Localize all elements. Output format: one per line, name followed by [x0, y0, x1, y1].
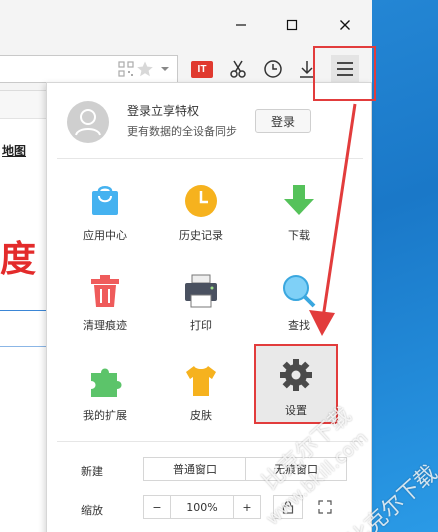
- magnifier-icon: [283, 275, 316, 308]
- avatar[interactable]: [67, 101, 109, 143]
- minimize-icon: [236, 24, 246, 26]
- printer-icon: [185, 274, 217, 308]
- menu-item-label: 打印: [190, 319, 212, 332]
- zoom-label: 缩放: [81, 504, 103, 517]
- menu-item-label: 历史记录: [179, 229, 223, 242]
- chevron-down-icon[interactable]: [152, 56, 178, 82]
- maximize-button[interactable]: [279, 12, 305, 38]
- zoom-level-value: 100%: [170, 495, 234, 519]
- close-button[interactable]: [332, 12, 358, 38]
- fullscreen-icon: [318, 500, 332, 514]
- menu-item-label: 应用中心: [83, 229, 127, 242]
- map-link[interactable]: 地图: [2, 142, 26, 159]
- puzzle-icon: [91, 368, 122, 397]
- login-promo-subtitle: 更有数据的全设备同步: [127, 125, 237, 138]
- it-extension-icon[interactable]: IT: [189, 56, 215, 82]
- user-avatar-icon: [75, 109, 101, 136]
- gear-icon: [280, 359, 312, 391]
- login-button[interactable]: 登录: [255, 109, 311, 133]
- login-promo-title: 登录立享特权: [127, 104, 200, 118]
- menu-item-app-center[interactable]: 应用中心: [65, 183, 145, 263]
- zoom-out-button[interactable]: −: [143, 495, 171, 519]
- divider: [57, 158, 363, 159]
- menu-item-print[interactable]: 打印: [161, 273, 241, 353]
- menu-item-find[interactable]: 查找: [259, 273, 339, 353]
- search-box-edge-lower: [0, 346, 46, 347]
- menu-item-label: 清理痕迹: [83, 319, 127, 332]
- trash-icon: [91, 275, 119, 307]
- menu-item-extensions[interactable]: 我的扩展: [65, 363, 145, 443]
- minimize-button[interactable]: [228, 12, 254, 38]
- menu-item-label: 皮肤: [190, 409, 212, 422]
- close-icon: [340, 20, 350, 30]
- history-clock-icon[interactable]: [260, 56, 286, 82]
- menu-item-label: 下载: [288, 229, 310, 242]
- zoom-in-button[interactable]: +: [233, 495, 261, 519]
- maximize-icon: [286, 19, 298, 31]
- app-center-bag-icon: [92, 186, 118, 215]
- page-logo-fragment: 度: [0, 239, 37, 280]
- screenshot-scissors-icon[interactable]: [225, 56, 251, 82]
- new-window-label: 新建: [81, 465, 103, 478]
- normal-window-button[interactable]: 普通窗口: [143, 457, 247, 481]
- page-navbar-fragment: [0, 91, 46, 119]
- fullscreen-button[interactable]: [310, 495, 340, 519]
- menu-item-download[interactable]: 下载: [259, 183, 339, 263]
- download-arrow-icon: [284, 185, 314, 215]
- menu-item-clear-traces[interactable]: 清理痕迹: [65, 273, 145, 353]
- menu-item-skin[interactable]: 皮肤: [161, 363, 241, 443]
- history-clock-icon: [185, 185, 217, 217]
- search-box-edge: [0, 310, 46, 311]
- menu-item-history[interactable]: 历史记录: [161, 183, 241, 263]
- menu-item-label: 查找: [288, 319, 310, 332]
- tshirt-icon: [186, 366, 216, 396]
- annotation-highlight-box: [313, 46, 376, 101]
- title-bar: [0, 0, 372, 47]
- menu-item-label: 我的扩展: [83, 409, 127, 422]
